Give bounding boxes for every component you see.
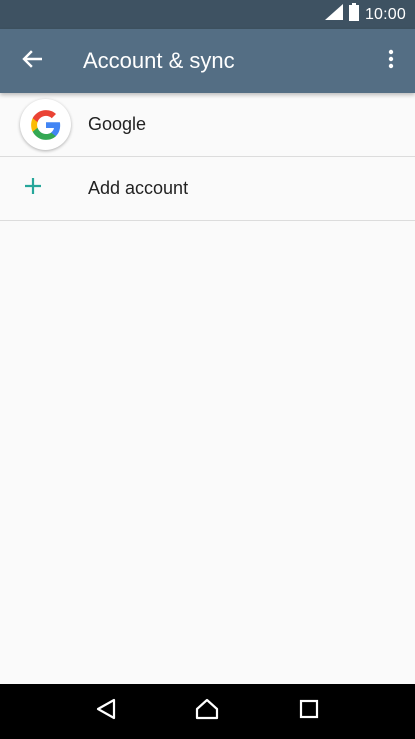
navigation-bar	[0, 684, 415, 739]
more-vert-icon	[388, 49, 394, 74]
nav-recents-button[interactable]	[289, 692, 329, 732]
more-options-button[interactable]	[367, 29, 415, 93]
nav-home-button[interactable]	[187, 692, 227, 732]
back-triangle-icon	[96, 698, 116, 725]
battery-icon	[348, 3, 359, 26]
home-icon	[195, 698, 219, 725]
account-list: Google Add account	[0, 93, 415, 221]
add-account-item[interactable]: Add account	[0, 157, 415, 221]
nav-back-button[interactable]	[86, 692, 126, 732]
arrow-back-icon	[22, 49, 43, 73]
account-label-google: Google	[88, 114, 147, 134]
google-logo-icon	[20, 99, 71, 150]
page-title: Account & sync	[83, 48, 235, 73]
back-button[interactable]	[0, 29, 64, 93]
recents-icon	[299, 699, 319, 724]
app-bar: Account & sync	[0, 29, 415, 93]
plus-icon	[24, 177, 42, 200]
item-icon-wrap	[0, 93, 88, 157]
account-item-google[interactable]: Google	[0, 93, 415, 157]
item-icon-wrap	[0, 157, 88, 221]
status-bar: 10:00	[0, 0, 415, 29]
signal-icon	[324, 4, 343, 25]
add-account-label: Add account	[88, 178, 189, 198]
status-time: 10:00	[364, 5, 406, 23]
